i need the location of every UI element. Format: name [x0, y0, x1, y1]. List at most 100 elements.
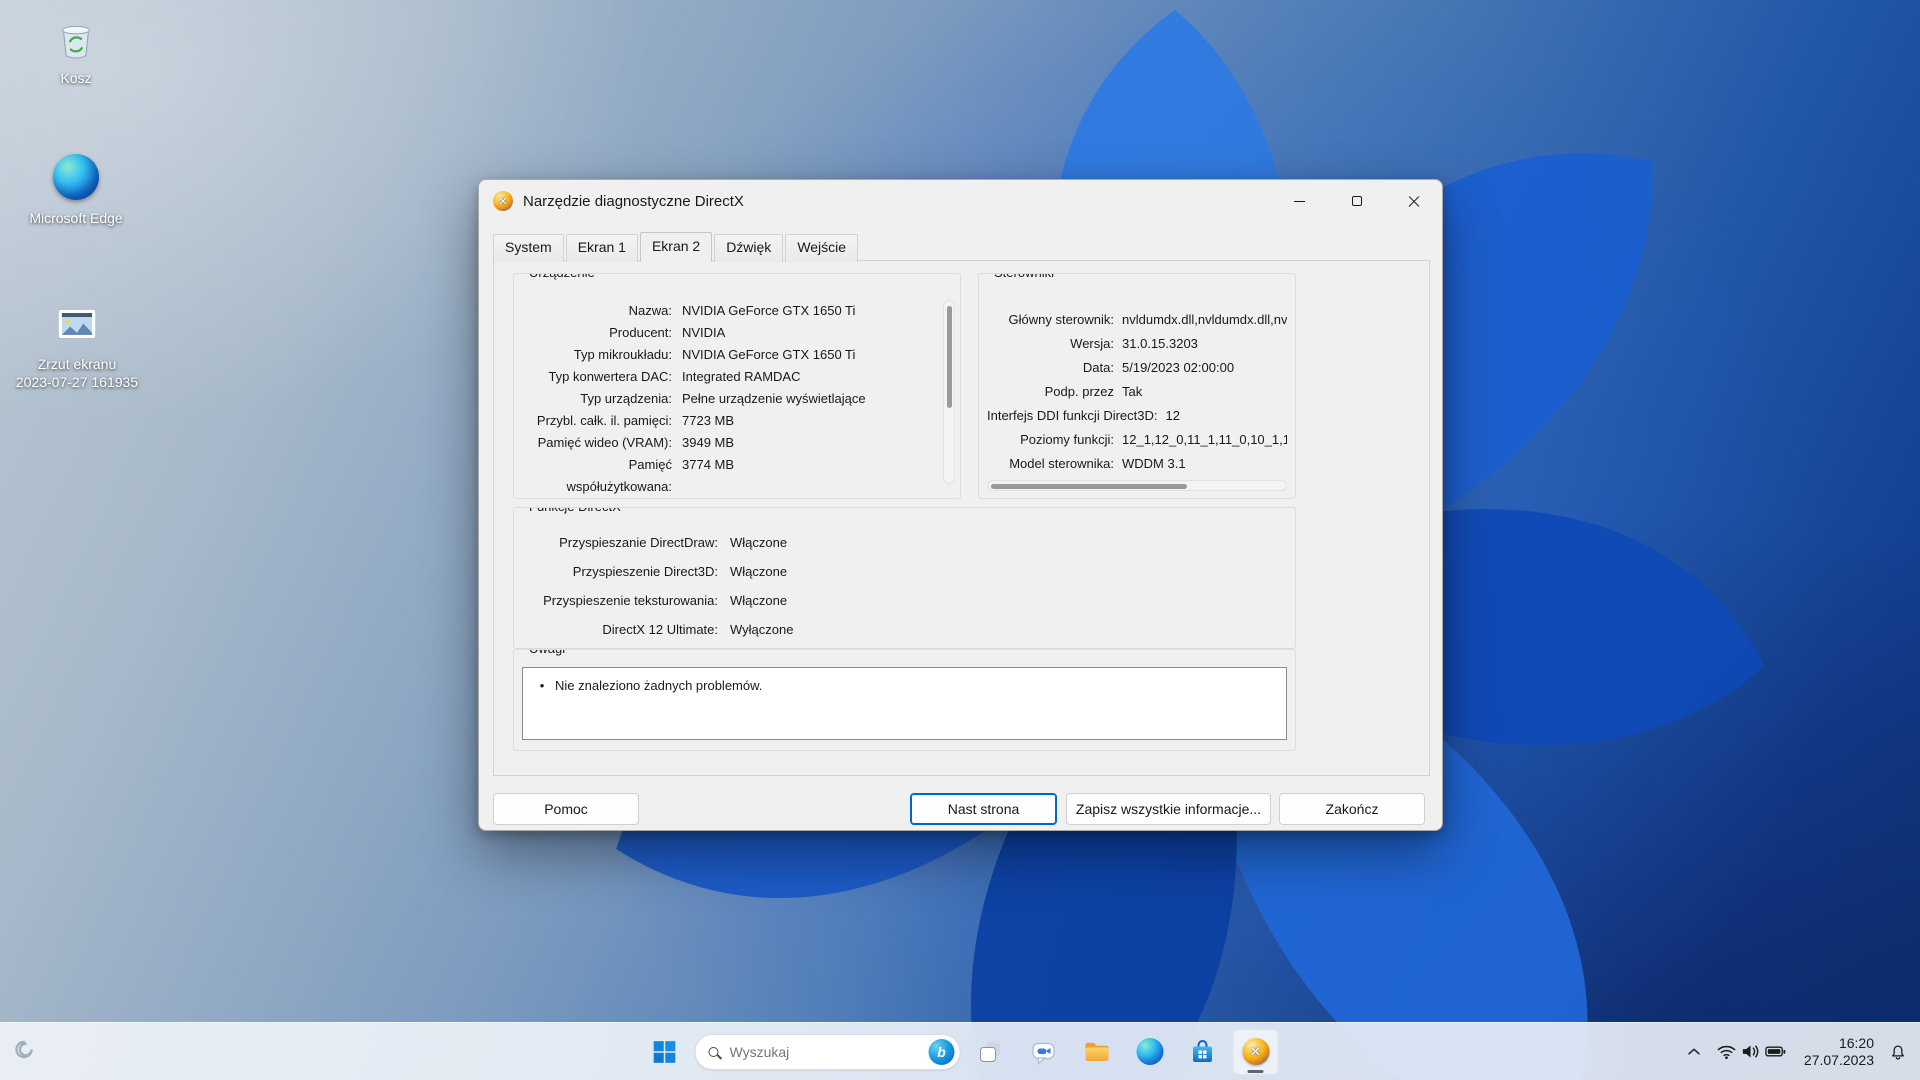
minimize-button[interactable]: [1271, 180, 1328, 222]
edge-button[interactable]: [1127, 1029, 1173, 1075]
groupbox-title: Urządzenie: [524, 274, 600, 280]
chevron-up-icon: [1688, 1048, 1700, 1055]
help-button[interactable]: Pomoc: [493, 793, 639, 825]
field-value: WDDM 3.1: [1122, 456, 1186, 471]
dxdiag-taskbar-button[interactable]: [1232, 1028, 1279, 1075]
field-row: Interfejs DDI funkcji Direct3D: 12: [987, 404, 1287, 428]
drivers-horizontal-scrollbar[interactable]: [987, 480, 1287, 491]
close-button[interactable]: [1385, 180, 1442, 222]
field-value: 3774 MB: [682, 457, 735, 472]
notes-listbox[interactable]: • Nie znaleziono żadnych problemów.: [522, 667, 1287, 740]
desktop-icon-edge[interactable]: Microsoft Edge: [18, 152, 134, 227]
clock-date: 27.07.2023: [1803, 1051, 1874, 1068]
directx-features-groupbox: Funkcje DirectX Przyspieszanie DirectDra…: [513, 507, 1296, 649]
clock-time: 16:20: [1838, 1034, 1874, 1051]
taskbar-clock[interactable]: 16:20 27.07.2023: [1794, 1035, 1880, 1069]
show-hidden-icons-button[interactable]: [1679, 1032, 1709, 1072]
start-button[interactable]: [642, 1029, 688, 1075]
field-row: Przyspieszanie DirectDraw: Włączone: [522, 528, 1287, 557]
field-row: Data: 5/19/2023 02:00:00: [987, 356, 1287, 380]
desktop-icon-label: Microsoft Edge: [29, 210, 123, 226]
field-label: Data:: [1082, 360, 1114, 375]
battery-icon: [1765, 1046, 1786, 1057]
field-label: Producent:: [609, 325, 672, 340]
tab-strip: System Ekran 1 Ekran 2 Dźwięk Wejście: [493, 232, 860, 262]
tab-label: System: [505, 239, 552, 255]
tab-label: Ekran 1: [577, 239, 626, 255]
field-label: DirectX 12 Ultimate:: [602, 622, 718, 637]
tab-page-ekran2: Urządzenie Nazwa: NVIDIA GeForce GTX 165…: [493, 260, 1430, 776]
maximize-button[interactable]: [1328, 180, 1385, 222]
field-value: Wyłączone: [730, 622, 794, 637]
tab[interactable]: System: [493, 234, 564, 262]
groupbox-title: Funkcje DirectX: [524, 508, 626, 514]
desktop-icon-label: Zrzut ekranu: [37, 356, 117, 372]
field-label: Przybl. całk. il. pamięci:: [536, 413, 672, 428]
feature-fields: Przyspieszanie DirectDraw: Włączone Przy…: [514, 508, 1295, 648]
field-value: 5/19/2023 02:00:00: [1122, 360, 1235, 375]
window-controls: [1271, 180, 1442, 222]
maximize-icon: [1351, 196, 1362, 206]
field-value: Pełne urządzenie wyświetlające: [682, 391, 866, 406]
bing-icon[interactable]: [928, 1038, 955, 1065]
field-row: Przyspieszenie teksturowania: Włączone: [522, 586, 1287, 615]
groupbox-title: Sterowniki: [989, 274, 1059, 280]
edge-icon: [1136, 1038, 1163, 1065]
field-row: DirectX 12 Ultimate: Wyłączone: [522, 615, 1287, 644]
task-view-button[interactable]: [968, 1029, 1014, 1075]
close-icon: [1408, 195, 1420, 207]
device-vertical-scrollbar[interactable]: [943, 300, 955, 484]
search-input[interactable]: [729, 1043, 929, 1060]
tab[interactable]: Ekran 1: [565, 234, 638, 262]
field-label: Interfejs DDI funkcji Direct3D:: [987, 408, 1158, 423]
titlebar[interactable]: Narzędzie diagnostyczne DirectX: [479, 180, 1442, 222]
bullet: •: [539, 678, 545, 693]
dxdiag-icon: [1242, 1038, 1269, 1065]
field-label: Wersja:: [1070, 336, 1114, 351]
field-row: Przyspieszenie Direct3D: Włączone: [522, 557, 1287, 586]
tab-label: Wejście: [797, 239, 847, 255]
field-value: Włączone: [730, 564, 788, 579]
field-row: Producent: NVIDIA: [522, 322, 936, 344]
tab-label: Ekran 2: [651, 238, 701, 254]
field-row: Główny sterownik: nvldumdx.dll,nvldumdx.…: [987, 308, 1287, 332]
save-all-information-button[interactable]: Zapisz wszystkie informacje...: [1066, 793, 1271, 825]
file-explorer-icon: [1085, 1042, 1108, 1061]
taskbar-tray: 16:20 27.07.2023: [1679, 1023, 1914, 1080]
network-volume-battery-button[interactable]: [1711, 1032, 1792, 1072]
desktop-icon-label: Kosz: [60, 70, 92, 86]
chat-button[interactable]: [1021, 1029, 1067, 1075]
next-page-button[interactable]: Nast strona: [910, 793, 1057, 825]
windows-logo-icon: [653, 1040, 676, 1063]
field-value: Tak: [1122, 384, 1143, 399]
tab-label: Dźwięk: [726, 239, 772, 255]
desktop-icon-screenshot[interactable]: Zrzut ekranu 2023-07-27 161935: [12, 300, 142, 391]
magnifier-icon: [708, 1046, 719, 1057]
field-row: Wersja: 31.0.15.3203: [987, 332, 1287, 356]
field-label: Przyspieszenie Direct3D:: [572, 564, 718, 579]
exit-button[interactable]: Zakończ: [1279, 793, 1425, 825]
minimize-icon: [1294, 200, 1305, 202]
tab[interactable]: Dźwięk: [714, 234, 784, 262]
scrollbar-thumb[interactable]: [947, 306, 952, 408]
task-view-icon: [980, 1042, 1000, 1062]
edge-icon: [51, 154, 101, 204]
field-label: Typ mikroukładu:: [573, 347, 672, 362]
taskbar-search[interactable]: [694, 1033, 961, 1070]
field-label: Podp. przez: [1044, 384, 1114, 399]
tab[interactable]: Wejście: [785, 234, 859, 262]
tab[interactable]: Ekran 2: [639, 232, 713, 262]
store-button[interactable]: [1180, 1029, 1226, 1075]
file-explorer-button[interactable]: [1074, 1029, 1120, 1075]
field-label: Główny sterownik:: [1008, 312, 1114, 327]
store-icon: [1193, 1039, 1212, 1062]
field-label: Typ urządzenia:: [580, 391, 672, 406]
field-row: Przybl. całk. il. pamięci: 7723 MB: [522, 410, 936, 432]
desktop-icon-recycle-bin[interactable]: Kosz: [18, 14, 134, 87]
field-label: Pamięć współużytkowana:: [566, 457, 673, 494]
scrollbar-thumb[interactable]: [991, 483, 1187, 489]
drivers-groupbox: Sterowniki Główny sterownik: nvldumdx.dl…: [978, 273, 1296, 499]
field-label: Przyspieszanie DirectDraw:: [559, 535, 718, 550]
notification-center-button[interactable]: [1882, 1032, 1914, 1072]
field-row: Podp. przez Tak: [987, 380, 1287, 404]
